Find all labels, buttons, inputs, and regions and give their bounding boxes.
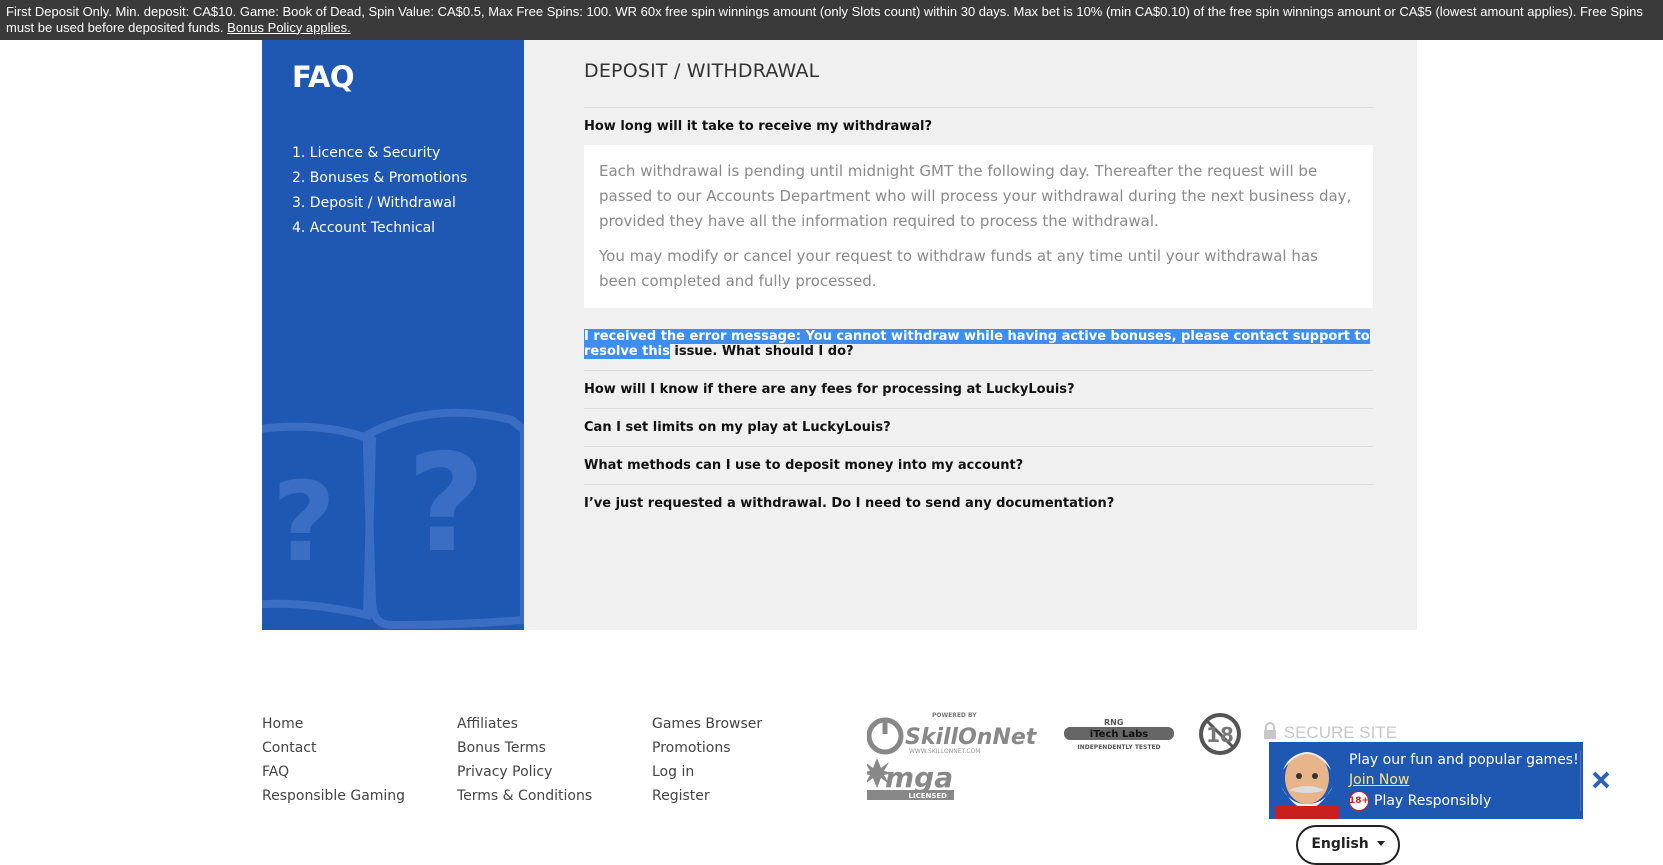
faq-category-licence-security[interactable]: 1. Licence & Security <box>292 141 467 166</box>
faq-answer-paragraph: Each withdrawal is pending until midnigh… <box>599 162 1352 230</box>
footer-link-home[interactable]: Home <box>262 712 462 736</box>
mascot-illustration <box>1275 752 1339 819</box>
mga-logo: mga LICENSED <box>867 758 954 800</box>
faq-question-active-bonus-error[interactable]: I received the error message: You cannot… <box>584 318 1373 370</box>
popup-message: Play our fun and popular games! <box>1349 752 1579 768</box>
promo-popup: Play our fun and popular games! Join Now… <box>1269 742 1610 819</box>
popup-divider <box>1580 751 1581 811</box>
faq-category-deposit-withdrawal[interactable]: 3. Deposit / Withdrawal <box>292 191 467 216</box>
promo-terms-bar: First Deposit Only. Min. deposit: CA$10.… <box>0 0 1663 40</box>
bonus-policy-link[interactable]: Bonus Policy applies. <box>227 20 351 35</box>
faq-question-text: issue. What should I do? <box>674 344 854 359</box>
faq-question-deposit-methods[interactable]: What methods can I use to deposit money … <box>584 446 1373 484</box>
footer-link-bonus-terms[interactable]: Bonus Terms <box>457 736 657 760</box>
footer-column-2: Affiliates Bonus Terms Privacy Policy Te… <box>457 712 657 808</box>
lock-icon <box>1263 722 1277 740</box>
age-18-badge-icon: 18+ <box>1349 791 1369 811</box>
footer-link-games-browser[interactable]: Games Browser <box>652 712 852 736</box>
svg-text:WWW.SKILLONNET.COM: WWW.SKILLONNET.COM <box>909 748 980 755</box>
faq-container: FAQ 1. Licence & Security 2. Bonuses & P… <box>262 40 1417 630</box>
svg-text:iTech Labs: iTech Labs <box>1090 729 1149 740</box>
language-selector[interactable]: English <box>1296 825 1400 865</box>
footer-link-promotions[interactable]: Promotions <box>652 736 852 760</box>
footer-link-responsible-gaming[interactable]: Responsible Gaming <box>262 784 462 808</box>
svg-text:RNG: RNG <box>1104 718 1123 727</box>
faq-answer-paragraph: You may modify or cancel your request to… <box>599 247 1318 290</box>
question-mark-illustration: ? ? <box>262 408 524 630</box>
svg-text:INDEPENDENTLY TESTED: INDEPENDENTLY TESTED <box>1077 744 1160 751</box>
faq-question-fees[interactable]: How will I know if there are any fees fo… <box>584 370 1373 408</box>
play-responsibly-text: Play Responsibly <box>1374 793 1492 809</box>
footer-link-faq[interactable]: FAQ <box>262 760 462 784</box>
itech-labs-logo: RNG iTech Labs INDEPENDENTLY TESTED <box>1064 718 1174 751</box>
footer-link-contact[interactable]: Contact <box>262 736 462 760</box>
faq-question-text: What methods can I use to deposit money … <box>584 458 1024 473</box>
secure-site-badge: SECURE SITE <box>1263 722 1397 743</box>
faq-question-documentation[interactable]: I’ve just requested a withdrawal. Do I n… <box>584 484 1373 522</box>
footer-column-3: Games Browser Promotions Log in Register <box>652 712 852 808</box>
footer-link-register[interactable]: Register <box>652 784 852 808</box>
section-title: DEPOSIT / WITHDRAWAL <box>584 60 820 82</box>
svg-text:?: ? <box>272 458 336 586</box>
partner-logos: POWERED BY SkillOnNet WWW.SKILLONNET.COM… <box>867 712 1241 800</box>
secure-site-text: SECURE SITE <box>1283 723 1398 742</box>
faq-content: DEPOSIT / WITHDRAWAL How long will it ta… <box>524 40 1417 630</box>
age-18-plus-icon: 18 <box>1199 713 1241 755</box>
faq-sidebar: FAQ 1. Licence & Security 2. Bonuses & P… <box>262 40 524 630</box>
svg-text:mga: mga <box>885 761 953 794</box>
footer-link-log-in[interactable]: Log in <box>652 760 852 784</box>
faq-answer-panel: Each withdrawal is pending until midnigh… <box>584 145 1373 308</box>
svg-text:LICENSED: LICENSED <box>909 792 948 800</box>
faq-question-text: Can I set limits on my play at LuckyLoui… <box>584 420 891 435</box>
footer-link-privacy-policy[interactable]: Privacy Policy <box>457 760 657 784</box>
popup-close-button[interactable] <box>1587 766 1615 794</box>
footer-link-affiliates[interactable]: Affiliates <box>457 712 657 736</box>
faq-question-text: How will I know if there are any fees fo… <box>584 382 1075 397</box>
faq-question-list: How long will it take to receive my with… <box>584 107 1373 522</box>
faq-question-text: I’ve just requested a withdrawal. Do I n… <box>584 496 1115 511</box>
caret-down-icon <box>1376 841 1385 846</box>
faq-question-withdrawal-time[interactable]: How long will it take to receive my with… <box>584 107 1373 145</box>
svg-text:18: 18 <box>1206 723 1234 747</box>
svg-text:?: ? <box>407 425 485 582</box>
play-responsibly: 18+ Play Responsibly <box>1349 791 1491 811</box>
svg-text:POWERED BY: POWERED BY <box>932 712 977 719</box>
faq-title: FAQ <box>292 60 355 94</box>
skillonnet-logo: POWERED BY SkillOnNet WWW.SKILLONNET.COM <box>867 712 1038 755</box>
footer-column-1: Home Contact FAQ Responsible Gaming <box>262 712 462 808</box>
faq-question-text: How long will it take to receive my with… <box>584 119 932 134</box>
join-now-link[interactable]: Join Now <box>1349 772 1409 788</box>
faq-category-account-technical[interactable]: 4. Account Technical <box>292 216 467 241</box>
footer-link-terms-conditions[interactable]: Terms & Conditions <box>457 784 657 808</box>
svg-text:SkillOnNet: SkillOnNet <box>905 725 1038 750</box>
faq-question-limits[interactable]: Can I set limits on my play at LuckyLoui… <box>584 408 1373 446</box>
faq-category-nav: 1. Licence & Security 2. Bonuses & Promo… <box>292 141 467 241</box>
close-icon <box>1592 771 1610 789</box>
faq-category-bonuses-promotions[interactable]: 2. Bonuses & Promotions <box>292 166 467 191</box>
